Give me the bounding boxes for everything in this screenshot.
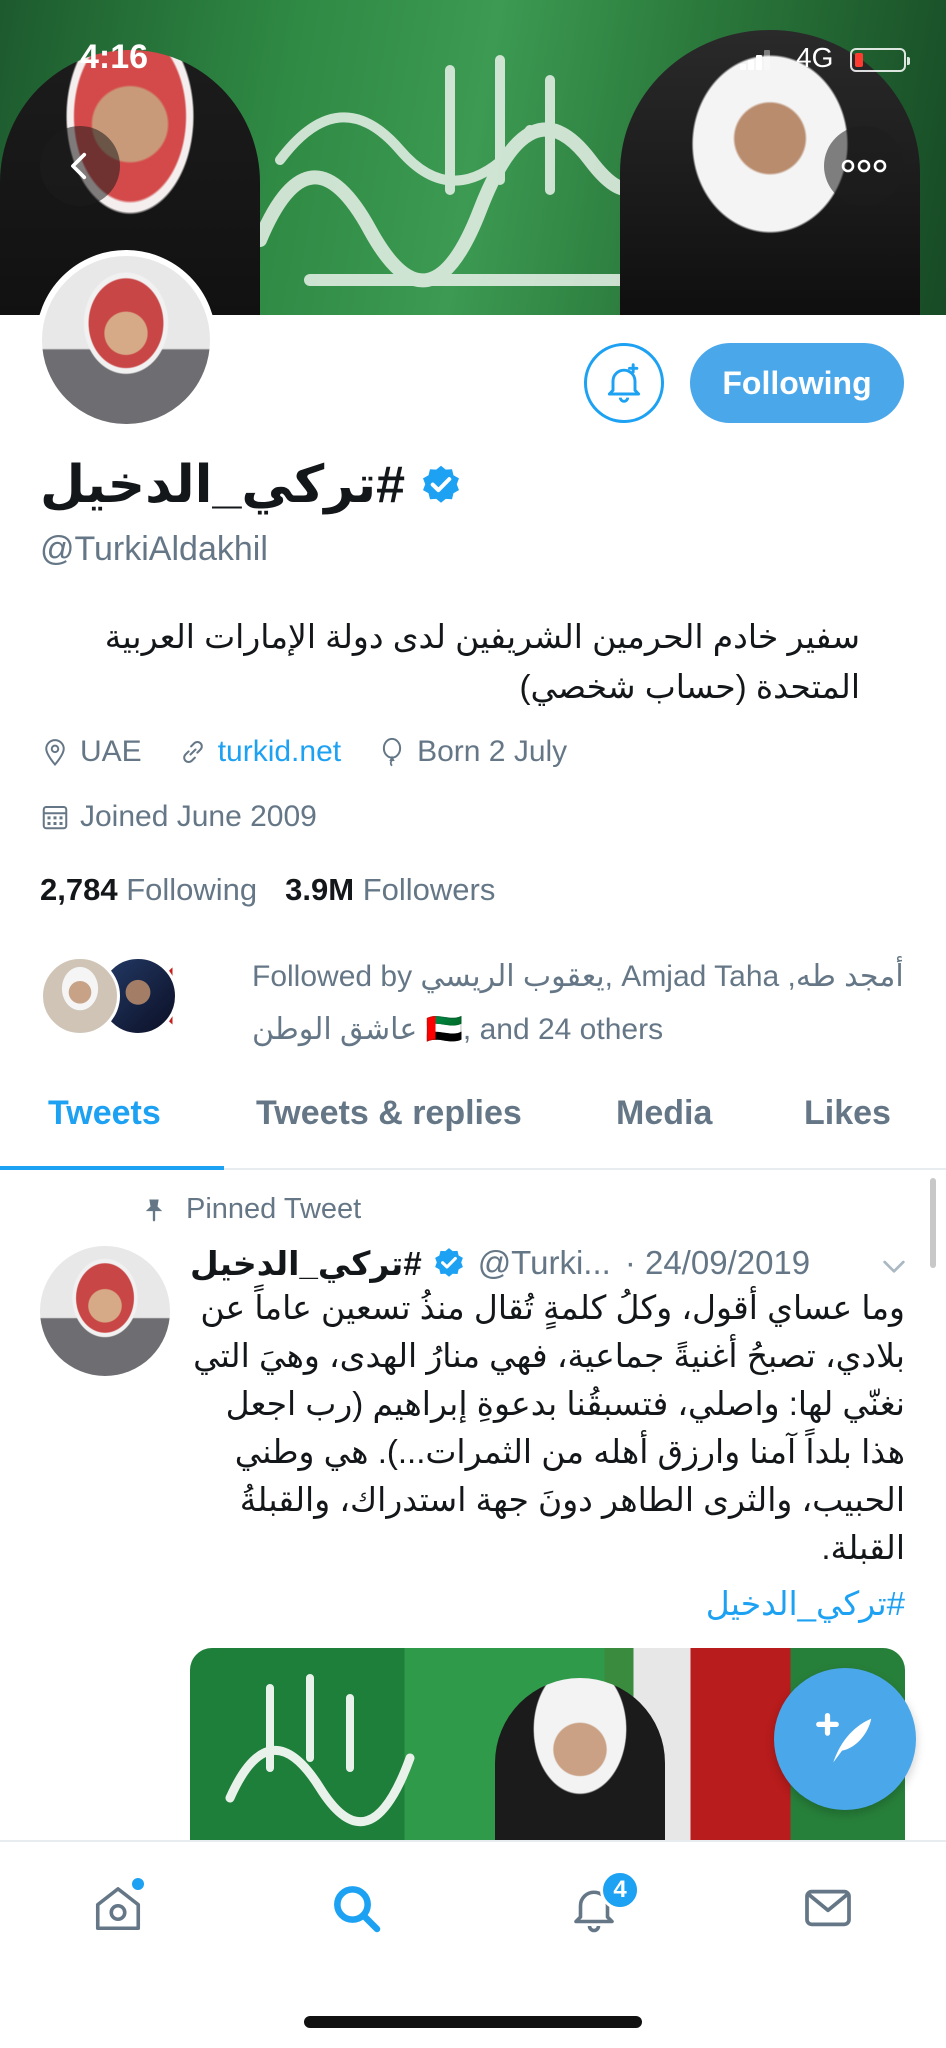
joined-item: Joined June 2009 <box>40 800 317 834</box>
nav-notifications[interactable]: 4 <box>564 1870 640 1938</box>
media-person <box>495 1678 665 1840</box>
status-bar: 4:16 4G <box>0 0 946 110</box>
back-button[interactable] <box>40 126 120 206</box>
notifications-bell-button[interactable] <box>584 343 664 423</box>
chevron-down-icon[interactable] <box>878 1250 910 1282</box>
calendar-icon <box>42 806 68 830</box>
location-text: UAE <box>80 735 142 768</box>
balloon-icon <box>382 737 402 767</box>
link-icon <box>182 740 203 764</box>
profile-bio: سفير خادم الحرمين الشريفين لدى دولة الإم… <box>104 618 860 705</box>
profile-meta-row-2: Joined June 2009 <box>40 800 353 834</box>
nav-search[interactable] <box>326 1878 386 1938</box>
following-count: 2,784 <box>40 872 118 907</box>
location-item: UAE <box>40 735 142 769</box>
nav-home[interactable] <box>88 1878 148 1938</box>
pin-icon <box>145 1199 163 1222</box>
active-tab-indicator <box>0 1166 224 1170</box>
network-type: 4G <box>796 42 834 73</box>
flag-script-decoration <box>225 1674 415 1827</box>
tab-tweets[interactable]: Tweets <box>48 1094 161 1133</box>
verified-badge-icon <box>434 1248 463 1277</box>
nav-messages[interactable] <box>798 1878 858 1938</box>
chevron-left-icon <box>71 152 87 180</box>
tweet-author-handle: @Turki... <box>477 1244 611 1281</box>
more-options-button[interactable] <box>824 126 904 206</box>
compose-tweet-button[interactable] <box>774 1668 916 1810</box>
verified-badge-icon <box>423 465 460 503</box>
profile-tabs: Tweets Tweets & replies Media Likes <box>0 1072 946 1170</box>
following-label: Following <box>126 872 258 907</box>
follow-counts: 2,784 Following 3.9M Followers <box>40 872 495 908</box>
tweet-author-avatar[interactable] <box>40 1246 170 1376</box>
following-count-link[interactable]: 2,784 Following <box>40 872 257 908</box>
follower-avatar <box>40 956 120 1036</box>
pinned-tweet-label: Pinned Tweet <box>140 1193 361 1226</box>
tweet-author-name[interactable]: #تركي_الدخيل <box>190 1244 422 1283</box>
status-time: 4:16 <box>80 38 149 76</box>
website-item[interactable]: turkid.net <box>178 735 341 769</box>
display-name: #تركي_الدخيل <box>40 456 406 514</box>
home-unread-dot <box>132 1878 144 1890</box>
joined-text: Joined June 2009 <box>80 800 317 833</box>
location-pin-icon <box>45 739 65 767</box>
mail-icon <box>805 1889 851 1927</box>
search-icon <box>334 1886 381 1933</box>
compose-feather-icon <box>816 1713 872 1763</box>
bell-plus-icon <box>607 363 641 403</box>
pinned-text: Pinned Tweet <box>186 1193 362 1225</box>
profile-handle: @TurkiAldakhil <box>40 530 268 568</box>
followers-label: Followers <box>362 872 496 907</box>
more-icon <box>841 159 887 173</box>
notification-count-badge: 4 <box>600 1870 640 1910</box>
birthday-text: Born 2 July <box>417 735 568 768</box>
followers-count-link[interactable]: 3.9M Followers <box>285 872 495 908</box>
followers-count: 3.9M <box>285 872 355 907</box>
profile-name-row: #تركي_الدخيل <box>40 455 463 515</box>
profile-meta-row: UAE turkid.net Born 2 July <box>40 735 603 769</box>
followed-by-avatars <box>40 956 236 1040</box>
tweet-text: وما عساي أقول، وكلُ كلمةٍ تُقال منذُ تسع… <box>193 1289 905 1566</box>
followed-by-section[interactable]: Followed by يعقوب الريسي, Amjad Taha أمج… <box>40 950 920 1060</box>
following-button[interactable]: Following <box>690 343 904 423</box>
website-link[interactable]: turkid.net <box>218 735 341 769</box>
home-indicator[interactable] <box>304 2016 642 2028</box>
followed-by-text: Followed by يعقوب الريسي, Amjad Taha أمج… <box>252 960 904 1046</box>
tweet-date: · 24/09/2019 <box>624 1244 811 1281</box>
tab-tweets-and-replies[interactable]: Tweets & replies <box>256 1094 522 1133</box>
signal-icon <box>740 50 770 70</box>
tweet-header: #تركي_الدخيل @Turki... · 24/09/2019 <box>190 1240 910 1286</box>
battery-icon <box>850 48 910 72</box>
profile-avatar[interactable] <box>36 250 216 430</box>
tab-media[interactable]: Media <box>616 1094 712 1133</box>
tweet-hashtag-link[interactable]: #تركي_الدخيل <box>190 1584 905 1623</box>
scrollbar[interactable] <box>930 1178 936 1268</box>
birthday-item: Born 2 July <box>377 735 567 769</box>
tab-likes[interactable]: Likes <box>804 1094 891 1133</box>
